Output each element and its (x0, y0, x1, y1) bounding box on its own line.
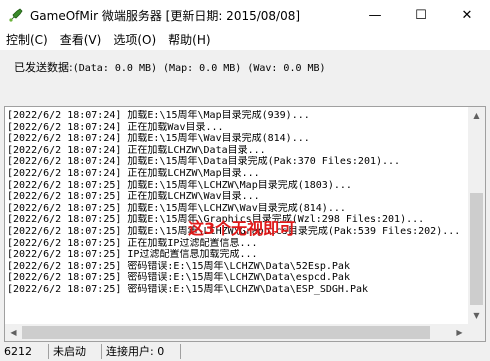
sent-data-value: (Data: 0.0 MB) (Map: 0.0 MB) (Wav: 0.0 M… (72, 63, 326, 74)
log-line: [2022/6/2 18:07:25] 密码错误:E:\15周年\LCHZW\D… (7, 272, 350, 284)
vertical-scroll-thumb[interactable] (470, 193, 483, 305)
sent-data-label: 已发送数据: (14, 61, 73, 74)
window-title: GameOfMir 微端服务器 [更新日期: 2015/08/08] (30, 8, 301, 23)
log-line: [2022/6/2 18:07:25] IP过滤配置信息加载完成... (7, 249, 258, 261)
status-users: 连接用户: 0 (102, 344, 181, 359)
minimize-button[interactable]: — (352, 0, 398, 30)
scroll-right-arrow-icon[interactable]: ▶ (451, 324, 468, 341)
window-controls: — ☐ ✕ (352, 0, 490, 30)
close-button[interactable]: ✕ (444, 0, 490, 30)
app-window: GameOfMir 微端服务器 [更新日期: 2015/08/08] — ☐ ✕… (0, 0, 490, 361)
menu-help[interactable]: 帮助(H) (162, 30, 216, 50)
menu-options[interactable]: 选项(O) (107, 30, 162, 50)
log-line: [2022/6/2 18:07:24] 正在加载LCHZW\Map目录... (7, 167, 260, 179)
title-bar[interactable]: GameOfMir 微端服务器 [更新日期: 2015/08/08] — ☐ ✕ (0, 0, 490, 30)
log-lines: [2022/6/2 18:07:24] 加载E:\15周年\Map目录完成(93… (7, 110, 467, 296)
status-state: 未启动 (49, 344, 102, 359)
menu-view[interactable]: 查看(V) (54, 30, 108, 50)
log-line: [2022/6/2 18:07:25] 正在加载IP过滤配置信息... (7, 237, 258, 249)
stats-panel: 已发送数据:(Data: 0.0 MB) (Map: 0.0 MB) (Wav:… (0, 50, 490, 106)
scroll-left-arrow-icon[interactable]: ◀ (5, 324, 22, 341)
scrollbar-corner (468, 324, 485, 341)
sent-data-line: 已发送数据:(Data: 0.0 MB) (Map: 0.0 MB) (Wav:… (14, 59, 326, 75)
app-icon (8, 7, 24, 23)
horizontal-scroll-thumb[interactable] (22, 326, 430, 339)
log-line: [2022/6/2 18:07:24] 正在加载LCHZW\Data目录... (7, 144, 266, 156)
scroll-up-arrow-icon[interactable]: ▲ (468, 107, 485, 124)
log-line: [2022/6/2 18:07:25] 加载E:\15周年\LCHZW\Wav目… (7, 202, 346, 214)
log-line: [2022/6/2 18:07:25] 正在加载LCHZW\Wav目录... (7, 191, 260, 203)
status-bar: 6212 未启动 连接用户: 0 (0, 342, 490, 361)
log-line: [2022/6/2 18:07:25] 密码错误:E:\15周年\LCHZW\D… (7, 283, 369, 295)
log-line: [2022/6/2 18:07:24] 正在加载Wav目录... (7, 121, 224, 133)
maximize-button[interactable]: ☐ (398, 0, 444, 30)
horizontal-scrollbar[interactable]: ◀ ▶ (5, 324, 468, 341)
log-line: [2022/6/2 18:07:24] 加载E:\15周年\Wav目录完成(81… (7, 133, 310, 145)
log-line: [2022/6/2 18:07:24] 加载E:\15周年\Data目录完成(P… (7, 156, 401, 168)
menu-bar: 控制(C) 查看(V) 选项(O) 帮助(H) (0, 30, 490, 50)
scroll-down-arrow-icon[interactable]: ▼ (468, 307, 485, 324)
log-line: [2022/6/2 18:07:25] 密码错误:E:\15周年\LCHZW\D… (7, 260, 350, 272)
menu-control[interactable]: 控制(C) (0, 30, 54, 50)
log-line: [2022/6/2 18:07:24] 加载E:\15周年\Map目录完成(93… (7, 110, 310, 121)
log-line: [2022/6/2 18:07:25] 加载E:\15周年\LCHZW\Map目… (7, 179, 352, 191)
overlay-annotation: 这3个无视即可 (188, 219, 296, 238)
status-port: 6212 (0, 344, 49, 359)
vertical-scrollbar[interactable]: ▲ ▼ (468, 107, 485, 324)
